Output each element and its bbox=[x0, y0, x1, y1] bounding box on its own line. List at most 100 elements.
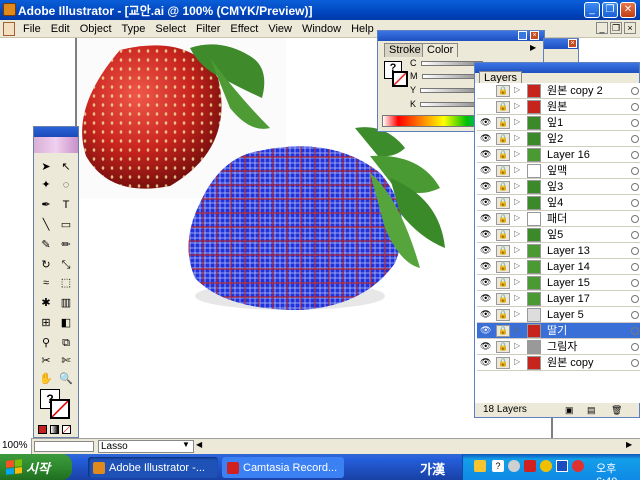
scroll-right-icon[interactable]: ▶ bbox=[626, 440, 636, 452]
doc-close-button[interactable]: × bbox=[624, 22, 636, 34]
menu-window[interactable]: Window bbox=[297, 23, 346, 35]
layer-row[interactable]: 🔒 ▷ 원본 copy 2 bbox=[477, 83, 640, 99]
layer-expand-triangle-icon[interactable]: ▷ bbox=[514, 229, 520, 238]
layer-row[interactable]: 👁 🔒 ▷ 원본 copy bbox=[477, 355, 640, 371]
scissors-tool-icon[interactable]: ✄ bbox=[57, 353, 75, 369]
layer-expand-triangle-icon[interactable]: ▷ bbox=[514, 341, 520, 350]
layer-expand-triangle-icon[interactable]: ▷ bbox=[514, 165, 520, 174]
layer-expand-triangle-icon[interactable]: ▷ bbox=[514, 85, 520, 94]
task-camtasia[interactable]: Camtasia Record... bbox=[222, 457, 344, 478]
selection-tool-icon[interactable]: ➤ bbox=[37, 159, 55, 175]
gradient-tool-icon[interactable]: ◧ bbox=[57, 315, 75, 331]
layer-visibility-eye-icon[interactable]: 👁 bbox=[480, 198, 491, 207]
graph-tool-icon[interactable]: ▥ bbox=[57, 295, 75, 311]
layer-row[interactable]: 🔒 ▷ 원본 bbox=[477, 99, 640, 115]
layer-row[interactable]: 👁 🔒 ▷ 잎1 bbox=[477, 115, 640, 131]
layer-lock-icon[interactable]: 🔒 bbox=[496, 101, 510, 113]
layer-row[interactable]: 👁 🔒 ▷ Layer 16 bbox=[477, 147, 640, 163]
doc-minimize-button[interactable]: _ bbox=[596, 22, 608, 34]
layer-expand-triangle-icon[interactable]: ▷ bbox=[514, 213, 520, 222]
layer-row[interactable]: 👁 🔒 ▷ Layer 13 bbox=[477, 243, 640, 259]
layer-target-circle-icon[interactable] bbox=[631, 311, 639, 319]
menu-help[interactable]: Help bbox=[346, 23, 379, 35]
layer-lock-icon[interactable]: 🔒 bbox=[496, 197, 510, 209]
layer-lock-icon[interactable]: 🔒 bbox=[496, 261, 510, 273]
layer-row[interactable]: 👁 🔒 ▷ 패더 bbox=[477, 211, 640, 227]
yellow-slider[interactable]: Y bbox=[410, 85, 483, 95]
layer-lock-icon[interactable]: 🔒 bbox=[496, 165, 510, 177]
layer-target-circle-icon[interactable] bbox=[631, 359, 639, 367]
status-tool-dropdown[interactable]: Lasso bbox=[98, 440, 194, 453]
layer-visibility-eye-icon[interactable]: 👁 bbox=[480, 358, 491, 367]
menu-type[interactable]: Type bbox=[117, 23, 151, 35]
artboard-nav-field[interactable] bbox=[34, 441, 94, 452]
layer-target-circle-icon[interactable] bbox=[631, 103, 639, 111]
paintbrush-tool-icon[interactable]: ✎ bbox=[37, 237, 55, 253]
help-tray-icon[interactable]: ? bbox=[492, 460, 504, 472]
hand-tool-icon[interactable]: ✋ bbox=[37, 371, 55, 387]
layer-target-circle-icon[interactable] bbox=[631, 151, 639, 159]
layer-target-circle-icon[interactable] bbox=[631, 279, 639, 287]
eyedropper-tool-icon[interactable]: ⚲ bbox=[37, 335, 55, 351]
camtasia-tray-icon[interactable] bbox=[524, 460, 536, 472]
delete-layer-icon[interactable]: 🗑 bbox=[611, 405, 622, 416]
layer-target-circle-icon[interactable] bbox=[631, 135, 639, 143]
layers-list[interactable]: 🔒 ▷ 원본 copy 2 🔒 ▷ 원본 👁 🔒 ▷ 잎1 👁 🔒 ▷ 잎2 👁 🔒 ▷ Layer 16 👁 🔒 ▷ 잎… bbox=[475, 83, 640, 403]
layer-row[interactable]: 👁 🔒 ▷ Layer 15 bbox=[477, 275, 640, 291]
rotate-tool-icon[interactable]: ↻ bbox=[37, 257, 55, 273]
layer-visibility-eye-icon[interactable]: 👁 bbox=[480, 134, 491, 143]
layer-lock-icon[interactable]: 🔒 bbox=[496, 341, 510, 353]
layer-target-circle-icon[interactable] bbox=[631, 247, 639, 255]
cyan-slider[interactable]: C bbox=[410, 58, 483, 68]
layer-row[interactable]: 👁 🔒 ▷ Layer 17 bbox=[477, 291, 640, 307]
toolbox-palette[interactable]: ➤ ↖ ✦ ◌ ✒ T ╲ ▭ ✎ ✏ ↻ ⤡ ≈ ⬚ ✱ ▥ ⊞ ◧ ⚲ ⧉ … bbox=[33, 126, 79, 438]
layer-lock-icon[interactable]: 🔒 bbox=[496, 357, 510, 369]
free-transform-tool-icon[interactable]: ⬚ bbox=[57, 275, 75, 291]
layer-expand-triangle-icon[interactable]: ▷ bbox=[514, 101, 520, 110]
secondary-palette-close-button[interactable]: × bbox=[568, 39, 577, 48]
layer-expand-triangle-icon[interactable]: ▷ bbox=[514, 309, 520, 318]
layer-lock-icon[interactable]: 🔒 bbox=[496, 213, 510, 225]
layer-lock-icon[interactable]: 🔒 bbox=[496, 277, 510, 289]
layer-lock-icon[interactable]: 🔒 bbox=[496, 245, 510, 257]
mesh-tool-icon[interactable]: ⊞ bbox=[37, 315, 55, 331]
layer-visibility-eye-icon[interactable]: 👁 bbox=[480, 118, 491, 127]
layer-target-circle-icon[interactable] bbox=[631, 167, 639, 175]
layer-expand-triangle-icon[interactable]: ▷ bbox=[514, 117, 520, 126]
layer-lock-icon[interactable]: 🔒 bbox=[496, 229, 510, 241]
close-button[interactable]: ✕ bbox=[620, 2, 636, 18]
warp-tool-icon[interactable]: ≈ bbox=[37, 275, 55, 291]
slice-tool-icon[interactable]: ✂ bbox=[37, 353, 55, 369]
tab-color[interactable]: Color bbox=[422, 43, 459, 57]
layer-visibility-eye-icon[interactable]: 👁 bbox=[480, 150, 491, 159]
new-sublayer-icon[interactable]: ▣ bbox=[565, 405, 574, 416]
layer-target-circle-icon[interactable] bbox=[631, 263, 639, 271]
start-button[interactable]: 시작 bbox=[0, 454, 72, 480]
layer-row[interactable]: 👁 🔒 ▷ 잎맥 bbox=[477, 163, 640, 179]
layer-target-circle-icon[interactable] bbox=[631, 119, 639, 127]
layer-lock-icon[interactable]: 🔒 bbox=[496, 117, 510, 129]
layer-lock-icon[interactable]: 🔒 bbox=[496, 325, 510, 337]
new-layer-icon[interactable]: ▤ bbox=[587, 405, 596, 416]
rectangle-tool-icon[interactable]: ▭ bbox=[57, 217, 75, 233]
type-tool-icon[interactable]: T bbox=[57, 197, 75, 213]
magic-wand-tool-icon[interactable]: ✦ bbox=[37, 177, 55, 193]
ime-tool-icon[interactable] bbox=[474, 460, 486, 472]
layer-row[interactable]: 👁 🔒 ▷ 잎4 bbox=[477, 195, 640, 211]
network-tray-icon[interactable] bbox=[508, 460, 520, 472]
layer-row[interactable]: 👁 🔒 ▷ 잎5 bbox=[477, 227, 640, 243]
layers-palette[interactable]: Layers 🔒 ▷ 원본 copy 2 🔒 ▷ 원본 👁 🔒 ▷ 잎1 👁 🔒 ▷ 잎2 👁 🔒 ▷ Layer… bbox=[474, 62, 640, 418]
magenta-slider[interactable]: M bbox=[410, 71, 484, 81]
layer-expand-triangle-icon[interactable]: ▷ bbox=[514, 357, 520, 366]
layer-lock-icon[interactable]: 🔒 bbox=[496, 133, 510, 145]
layer-visibility-eye-icon[interactable]: 👁 bbox=[480, 246, 491, 255]
doc-restore-button[interactable]: ❐ bbox=[610, 22, 622, 34]
scroll-left-icon[interactable]: ◀ bbox=[196, 440, 206, 452]
layer-row[interactable]: 👁 🔒 ▷ 그림자 bbox=[477, 339, 640, 355]
layer-visibility-eye-icon[interactable]: 👁 bbox=[480, 230, 491, 239]
maximize-button[interactable]: ❐ bbox=[602, 2, 618, 18]
layer-expand-triangle-icon[interactable]: ▷ bbox=[514, 325, 520, 334]
black-slider[interactable]: K bbox=[410, 99, 483, 109]
layer-expand-triangle-icon[interactable]: ▷ bbox=[514, 245, 520, 254]
layer-visibility-eye-icon[interactable]: 👁 bbox=[480, 214, 491, 223]
